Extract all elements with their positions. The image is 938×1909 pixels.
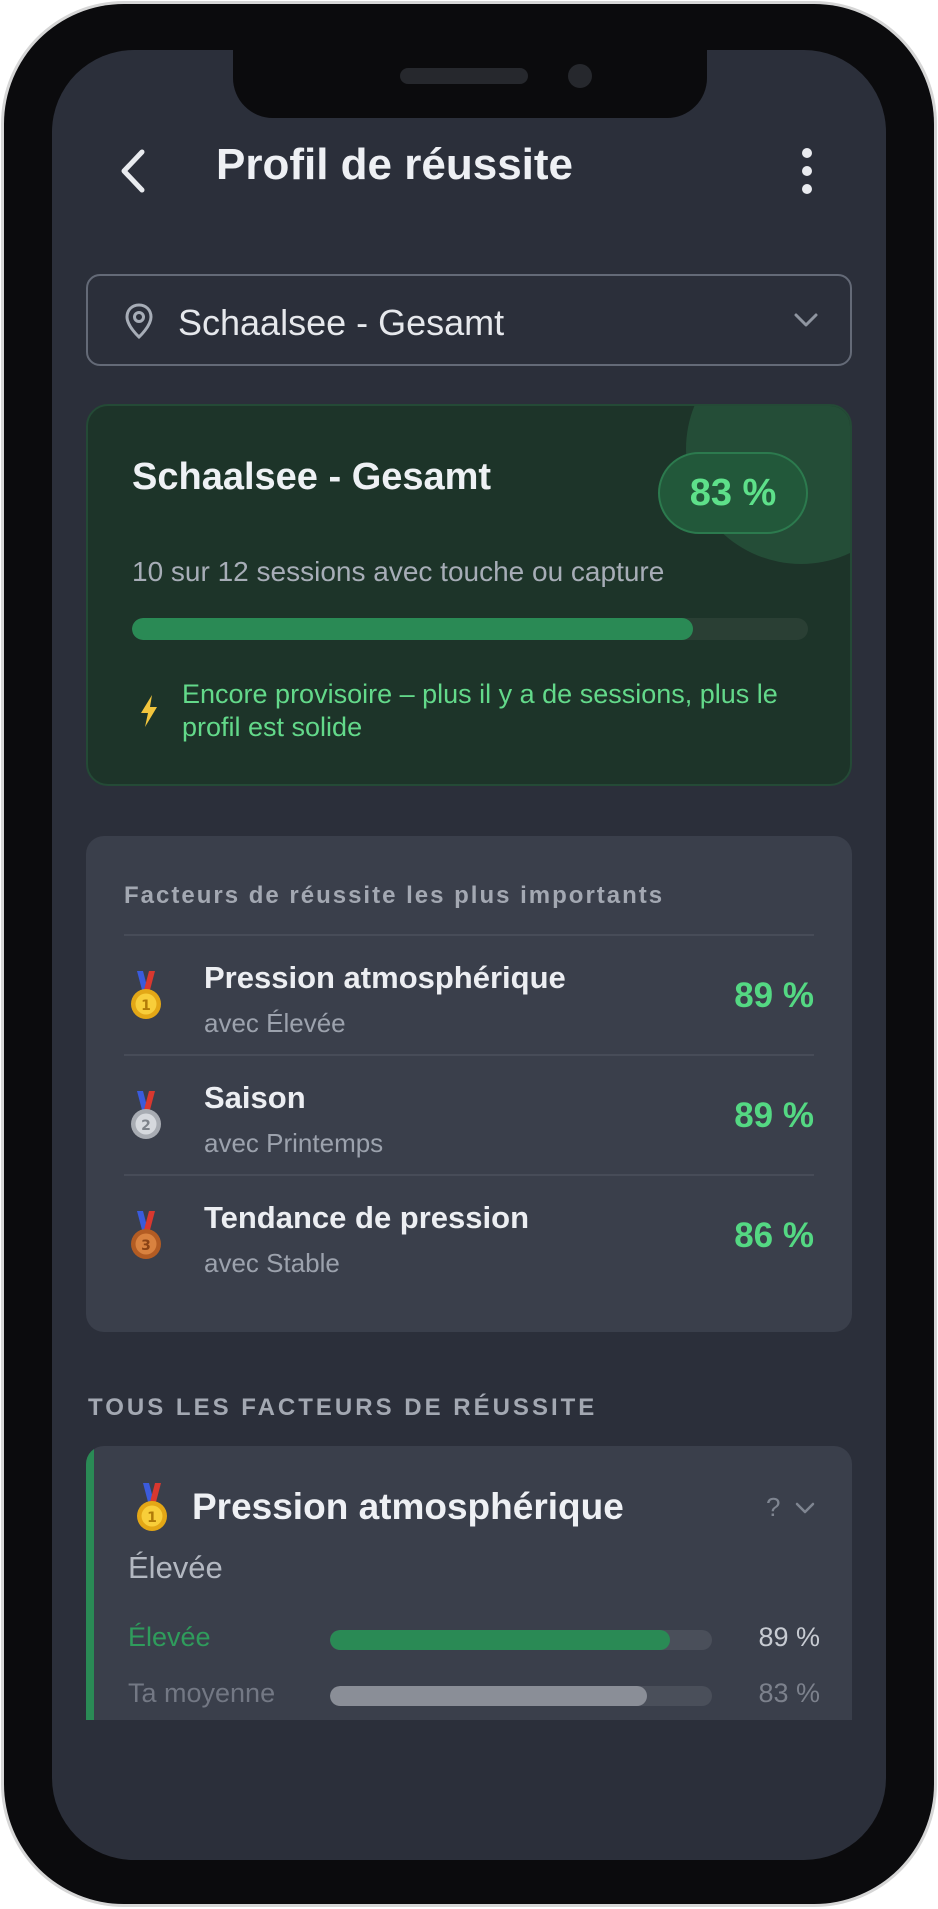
top-factors-heading: Facteurs de réussite les plus importants: [124, 882, 665, 909]
gold-medal-icon: 1: [137, 1483, 167, 1531]
factor-accent-bar: [86, 1446, 94, 1720]
comparison-bar: [330, 1630, 712, 1650]
back-button[interactable]: [112, 146, 158, 196]
svg-text:1: 1: [141, 998, 151, 1014]
top-factor-subtitle: avec Printemps: [204, 1128, 384, 1158]
comparison-value: 89 %: [758, 1622, 820, 1652]
location-select[interactable]: Schaalsee - Gesamt: [86, 274, 852, 366]
comparison-bar: [330, 1686, 712, 1706]
top-factor-row[interactable]: 2 Saison avec Printemps 89 %: [124, 1054, 814, 1174]
more-options-button[interactable]: [790, 146, 824, 196]
provisional-note: Encore provisoire – plus il y a de sessi…: [182, 679, 778, 742]
top-factor-subtitle: avec Élevée: [204, 1008, 346, 1038]
chevron-down-icon[interactable]: [794, 1500, 816, 1516]
comparison-value: 83 %: [758, 1678, 820, 1708]
comparison-label: Ta moyenne: [128, 1678, 276, 1708]
success-rate-badge: 83 %: [658, 452, 808, 534]
page-title: Profil de réussite: [216, 140, 574, 189]
chevron-left-icon: [121, 149, 145, 193]
speaker-grille: [400, 68, 528, 84]
silver-medal-icon: 2: [131, 1091, 161, 1139]
top-factor-title: Saison: [204, 1080, 306, 1115]
all-factors-heading: TOUS LES FACTEURS DE RÉUSSITE: [88, 1394, 598, 1421]
svg-text:2: 2: [141, 1118, 151, 1134]
top-factor-row[interactable]: 3 Tendance de pression avec Stable 86 %: [124, 1174, 814, 1294]
top-factor-value: 89 %: [734, 976, 814, 1015]
bronze-medal-icon: 3: [131, 1211, 161, 1259]
front-camera: [568, 64, 592, 88]
top-factor-title: Pression atmosphérique: [204, 960, 566, 995]
phone-notch: [233, 50, 707, 118]
gold-medal-icon: 1: [131, 971, 161, 1019]
help-icon[interactable]: ?: [766, 1492, 780, 1523]
comparison-bar-fill: [330, 1686, 648, 1706]
comparison-label: Élevée: [128, 1622, 211, 1652]
comparison-bar-fill: [330, 1630, 670, 1650]
top-factors-card: Facteurs de réussite les plus importants…: [86, 836, 852, 1332]
top-factor-value: 86 %: [734, 1216, 814, 1255]
location-select-value: Schaalsee - Gesamt: [178, 302, 505, 343]
top-factor-title: Tendance de pression: [204, 1200, 530, 1235]
svg-text:3: 3: [141, 1238, 151, 1254]
lightning-bolt-icon: [141, 695, 157, 727]
chevron-down-icon: [794, 313, 818, 327]
more-vertical-icon: [802, 148, 812, 194]
svg-text:1: 1: [147, 1510, 157, 1526]
map-pin-icon: [125, 303, 153, 340]
sessions-summary: 10 sur 12 sessions avec touche ou captur…: [132, 556, 665, 587]
summary-title: Schaalsee - Gesamt: [132, 456, 492, 498]
top-factor-row[interactable]: 1 Pression atmosphérique avec Élevée 89 …: [124, 934, 814, 1054]
top-factor-value: 89 %: [734, 1096, 814, 1135]
success-summary-card: Schaalsee - Gesamt 83 % 10 sur 12 sessio…: [86, 404, 852, 786]
top-factor-subtitle: avec Stable: [204, 1248, 340, 1278]
success-progress-fill: [132, 618, 694, 640]
factor-current-value: Élevée: [128, 1550, 223, 1585]
factor-title: Pression atmosphérique: [192, 1486, 624, 1527]
factor-card-pressure[interactable]: 1 Pression atmosphérique ? Élevée Élevée…: [86, 1446, 852, 1720]
success-progress-bar: [132, 618, 808, 640]
